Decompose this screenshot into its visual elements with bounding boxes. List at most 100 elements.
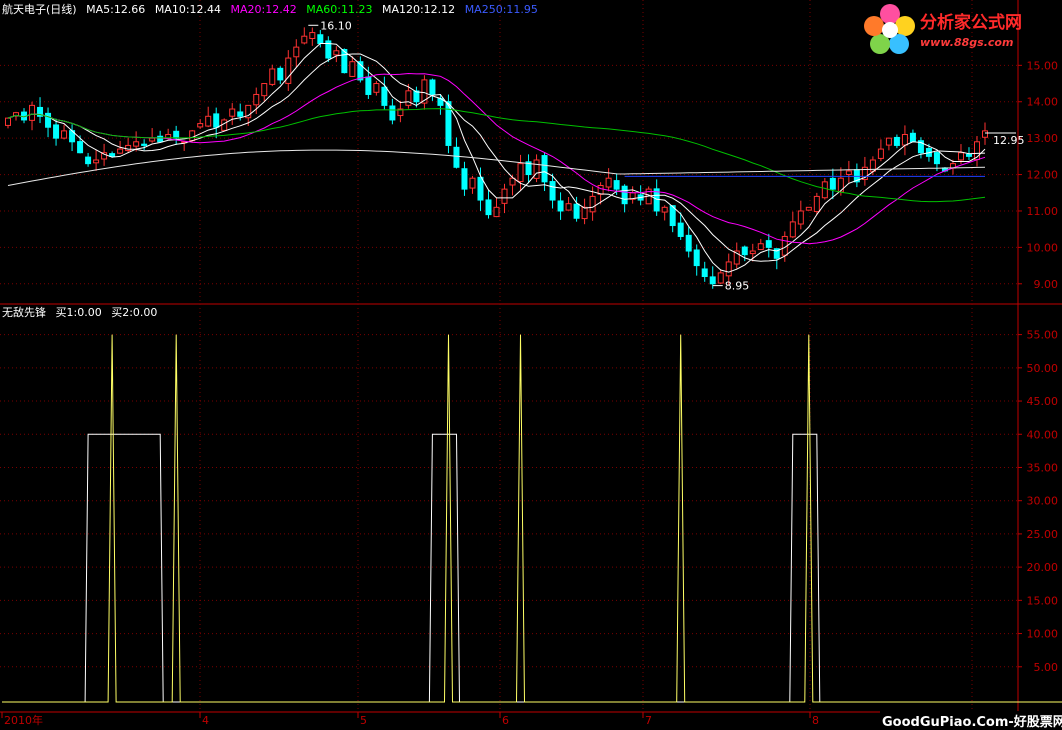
high-annotation: 16.10 [320,19,352,32]
candle-body [501,188,508,204]
candle-body [485,199,492,216]
candle-body [749,250,756,255]
candle-body [173,130,180,139]
candle-body [253,93,260,106]
candle-body [845,170,852,175]
time-tick-label: 2010年 [4,713,43,727]
candle-body [829,177,836,190]
buy1-value: 买1:0.00 [55,306,102,319]
ma5-value: MA5:12.66 [86,3,146,16]
indicator-tick-label: 45.00 [1027,395,1059,408]
logo-title: 分析家公式网 [920,13,1022,33]
candle-body [717,272,724,284]
watermark: GoodGuPiao.Com-好股票网 [880,711,1062,730]
candle-body [549,181,556,201]
candle-body [685,234,692,252]
candle-body [813,195,820,213]
price-tick-label: 12.00 [1027,169,1059,182]
candle-body [517,163,524,182]
price-tick-label: 13.00 [1027,132,1059,145]
buy2-value: 买2:0.00 [111,306,158,319]
indicator-tick-label: 5.00 [1034,661,1059,674]
chart-canvas: 9.00 10.00 11.00 12.00 13.00 14.00 15.00 5.00 10… [0,0,1062,727]
candle-body [821,181,828,199]
candle-body [229,108,236,117]
candle-body [493,206,500,218]
candle-body [909,132,916,143]
candle-body [541,155,548,183]
indicator-tick-label: 40.00 [1027,428,1059,441]
candle-body [661,206,668,213]
candle-body [429,79,436,95]
candle-body [197,123,204,128]
candle-body [189,130,196,142]
candle-body [317,34,324,44]
logo-url: www.88gs.com [920,36,1014,49]
indicator-header: 无敌先锋 买1:0.00 买2:0.00 [2,306,163,320]
candle-body [957,152,964,161]
candle-body [309,32,316,39]
ma20-value: MA20:12.42 [230,3,297,16]
candle-body [93,159,100,164]
candle-body [677,222,684,237]
candle-body [413,90,420,103]
indicator-tick-label: 55.00 [1027,329,1059,342]
low-annotation: 8.95 [725,280,750,293]
candle-body [709,276,716,285]
candle-body [477,176,484,201]
candle-body [765,240,772,248]
time-tick-label: 5 [360,714,367,727]
time-tick-label: 7 [645,714,652,727]
candle-body [557,200,564,212]
candle-body [133,141,140,147]
candle-body [885,137,892,146]
candle-body [893,136,900,146]
candle-body [125,144,132,152]
indicator-tick-label: 50.00 [1027,362,1059,375]
main-chart-header: 航天电子(日线) MA5:12.66 MA10:12.44 MA20:12.42… [2,3,544,17]
candle-body [301,35,308,44]
candle-body [277,67,284,81]
candle-body [741,246,748,256]
candle-body [837,177,844,193]
last-annotation: 12.95 [993,134,1025,147]
candle-body [213,113,220,128]
indicator-tick-label: 30.00 [1027,495,1059,508]
stock-name: 航天电子(日线) [2,3,77,16]
candle-body [293,46,300,58]
candle-body [5,117,11,126]
candle-body [461,168,468,190]
candle-body [621,185,628,205]
ma250-value: MA250:11.95 [464,3,538,16]
price-tick-label: 15.00 [1027,59,1059,72]
candle-body [605,177,612,188]
candle-body [29,104,36,121]
candle-body [933,152,940,165]
indicator-tick-label: 35.00 [1027,461,1059,474]
candle-body [797,210,804,225]
candle-body [565,203,572,211]
candle-body [85,156,92,165]
candle-body [693,249,700,267]
time-tick-label: 8 [812,714,819,727]
indicator-tick-label: 20.00 [1027,561,1059,574]
candle-body [469,177,476,189]
flower-logo-icon [864,4,915,54]
candle-body [53,124,60,139]
candle-body [725,261,732,277]
candle-body [701,268,708,278]
candle-body [221,119,228,131]
ma60-value: MA60:11.23 [306,3,373,16]
candle-body [261,83,268,97]
candle-body [349,61,356,77]
candle-body [269,68,276,85]
candle-body [389,105,396,121]
candle-body [789,221,796,238]
candle-body [589,195,596,213]
candle-body [141,143,148,146]
candle-body [205,115,212,127]
candle-body [373,83,380,93]
candle-body [381,86,388,106]
candle-body [405,90,412,106]
time-tick-label: 6 [502,714,509,727]
